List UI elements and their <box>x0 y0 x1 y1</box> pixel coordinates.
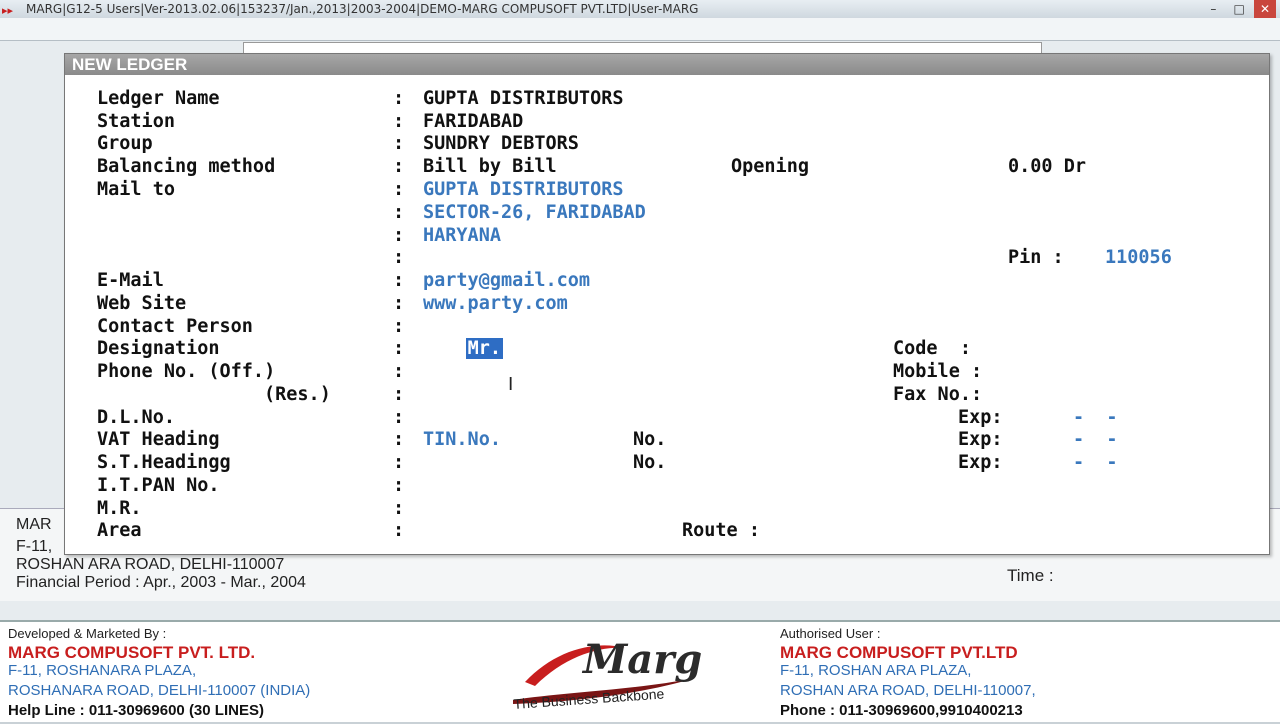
st-exp-field[interactable]: - - <box>1073 452 1118 474</box>
colon: : <box>393 361 405 382</box>
website-field[interactable]: www.party.com <box>423 293 568 315</box>
label-it-pan: I.T.PAN No. <box>97 475 220 496</box>
label-vat-heading: VAT Heading <box>97 429 220 450</box>
label-phone-residence: (Res.) <box>264 384 331 405</box>
colon: : <box>393 88 405 109</box>
label-dl-exp: Exp: <box>958 407 1003 428</box>
contact-person-field[interactable]: Mr. <box>421 316 503 382</box>
marg-logo: Marg The Business Backbone <box>505 630 705 720</box>
opening-balance-field[interactable]: 0.00 Dr <box>1008 156 1086 178</box>
colon: : <box>393 338 405 359</box>
close-icon[interactable]: ✕ <box>1254 0 1276 18</box>
dl-exp-field[interactable]: - - <box>1073 407 1118 429</box>
authorised-address-line1: F-11, ROSHAN ARA PLAZA, <box>780 662 972 679</box>
label-opening: Opening <box>731 156 809 177</box>
colon: : <box>393 475 405 496</box>
colon: : <box>393 225 405 246</box>
authorised-label: Authorised User : <box>780 626 881 641</box>
label-mr: M.R. <box>97 498 142 519</box>
dialog-title: NEW LEDGER <box>72 55 188 74</box>
pin-field[interactable]: 110056 <box>1105 247 1172 269</box>
colon: : <box>393 407 405 428</box>
colon: : <box>393 133 405 154</box>
label-st-no: No. <box>633 452 667 473</box>
label-pin: Pin : <box>1008 247 1064 268</box>
colon: : <box>393 202 405 223</box>
label-ledger-name: Ledger Name <box>97 88 220 109</box>
colon: : <box>393 111 405 132</box>
vat-tin-field[interactable]: TIN.No. <box>423 429 501 451</box>
authorised-company: MARG COMPUSOFT PVT.LTD <box>780 643 1018 662</box>
label-station: Station <box>97 111 175 132</box>
menu-strip <box>0 18 1280 40</box>
label-mail-to: Mail to <box>97 179 175 200</box>
label-route: Route : <box>682 520 760 541</box>
authorised-address-line2: ROSHAN ARA ROAD, DELHI-110007, <box>780 682 1036 699</box>
logo-text: Marg <box>583 636 703 683</box>
colon: : <box>393 452 405 473</box>
colon: : <box>393 179 405 200</box>
label-email: E-Mail <box>97 270 164 291</box>
bg-company-address: ROSHAN ARA ROAD, DELHI-110007 <box>16 556 285 573</box>
label-vat-exp: Exp: <box>958 429 1003 450</box>
window-titlebar: ▸▸ MARG|G12-5 Users|Ver-2013.02.06|15323… <box>0 0 1280 18</box>
colon: : <box>393 156 405 177</box>
mail-to-line1-field[interactable]: GUPTA DISTRIBUTORS <box>423 179 623 201</box>
colon: : <box>393 520 405 541</box>
vat-exp-field[interactable]: - - <box>1073 429 1118 451</box>
ledger-name-field[interactable]: GUPTA DISTRIBUTORS <box>423 88 623 110</box>
text-cursor-icon: I <box>508 374 514 395</box>
label-balancing-method: Balancing method <box>97 156 276 177</box>
label-vat-no: No. <box>633 429 667 450</box>
footer-banner: Developed & Marketed By : MARG COMPUSOFT… <box>0 620 1280 722</box>
colon: : <box>393 316 405 337</box>
window-title: MARG|G12-5 Users|Ver-2013.02.06|153237/J… <box>26 2 699 16</box>
time-label: Time : <box>1007 566 1054 585</box>
colon: : <box>393 270 405 291</box>
bg-company-line1: MAR <box>16 516 52 533</box>
window-controls: – □ ✕ <box>1202 0 1276 18</box>
authorised-phone: Phone : 011-30969600,9910400213 <box>780 702 1023 719</box>
colon: : <box>393 498 405 519</box>
label-st-heading: S.T.Headingg <box>97 452 231 473</box>
mail-to-line3-field[interactable]: HARYANA <box>423 225 501 247</box>
label-contact-person: Contact Person <box>97 316 253 337</box>
bg-company-line2: F-11, <box>16 538 53 555</box>
colon: : <box>393 293 405 314</box>
label-mobile: Mobile : <box>893 361 983 382</box>
maximize-icon[interactable]: □ <box>1228 0 1250 18</box>
label-dl-no: D.L.No. <box>97 407 175 428</box>
mail-to-line2-field[interactable]: SECTOR-26, FARIDABAD <box>423 202 646 224</box>
balancing-method-field[interactable]: Bill by Bill <box>423 156 557 178</box>
label-phone-office: Phone No. (Off.) <box>97 361 276 382</box>
email-field[interactable]: party@gmail.com <box>423 270 590 292</box>
label-area: Area <box>97 520 142 541</box>
label-st-exp: Exp: <box>958 452 1003 473</box>
label-group: Group <box>97 133 153 154</box>
colon: : <box>393 429 405 450</box>
dialog-titlebar: NEW LEDGER <box>65 54 1269 75</box>
developer-address-line1: F-11, ROSHANARA PLAZA, <box>8 662 197 679</box>
label-code: Code : <box>893 338 971 359</box>
developer-address-line2: ROSHANARA ROAD, DELHI-110007 (INDIA) <box>8 682 311 699</box>
colon: : <box>393 384 405 405</box>
label-website: Web Site <box>97 293 187 314</box>
label-fax: Fax No.: <box>893 384 983 405</box>
helpline: Help Line : 011-30969600 (30 LINES) <box>8 702 264 719</box>
station-field[interactable]: FARIDABAD <box>423 111 523 133</box>
developer-company: MARG COMPUSOFT PVT. LTD. <box>8 643 256 662</box>
contact-person-selected-text: Mr. <box>465 338 503 359</box>
colon: : <box>393 247 405 268</box>
group-field[interactable]: SUNDRY DEBTORS <box>423 133 579 155</box>
new-ledger-dialog: NEW LEDGER Ledger Name Station Group Bal… <box>64 53 1270 555</box>
minimize-icon[interactable]: – <box>1202 0 1224 18</box>
label-designation: Designation <box>97 338 220 359</box>
financial-period: Financial Period : Apr., 2003 - Mar., 20… <box>16 574 306 591</box>
developer-label: Developed & Marketed By : <box>8 626 167 641</box>
